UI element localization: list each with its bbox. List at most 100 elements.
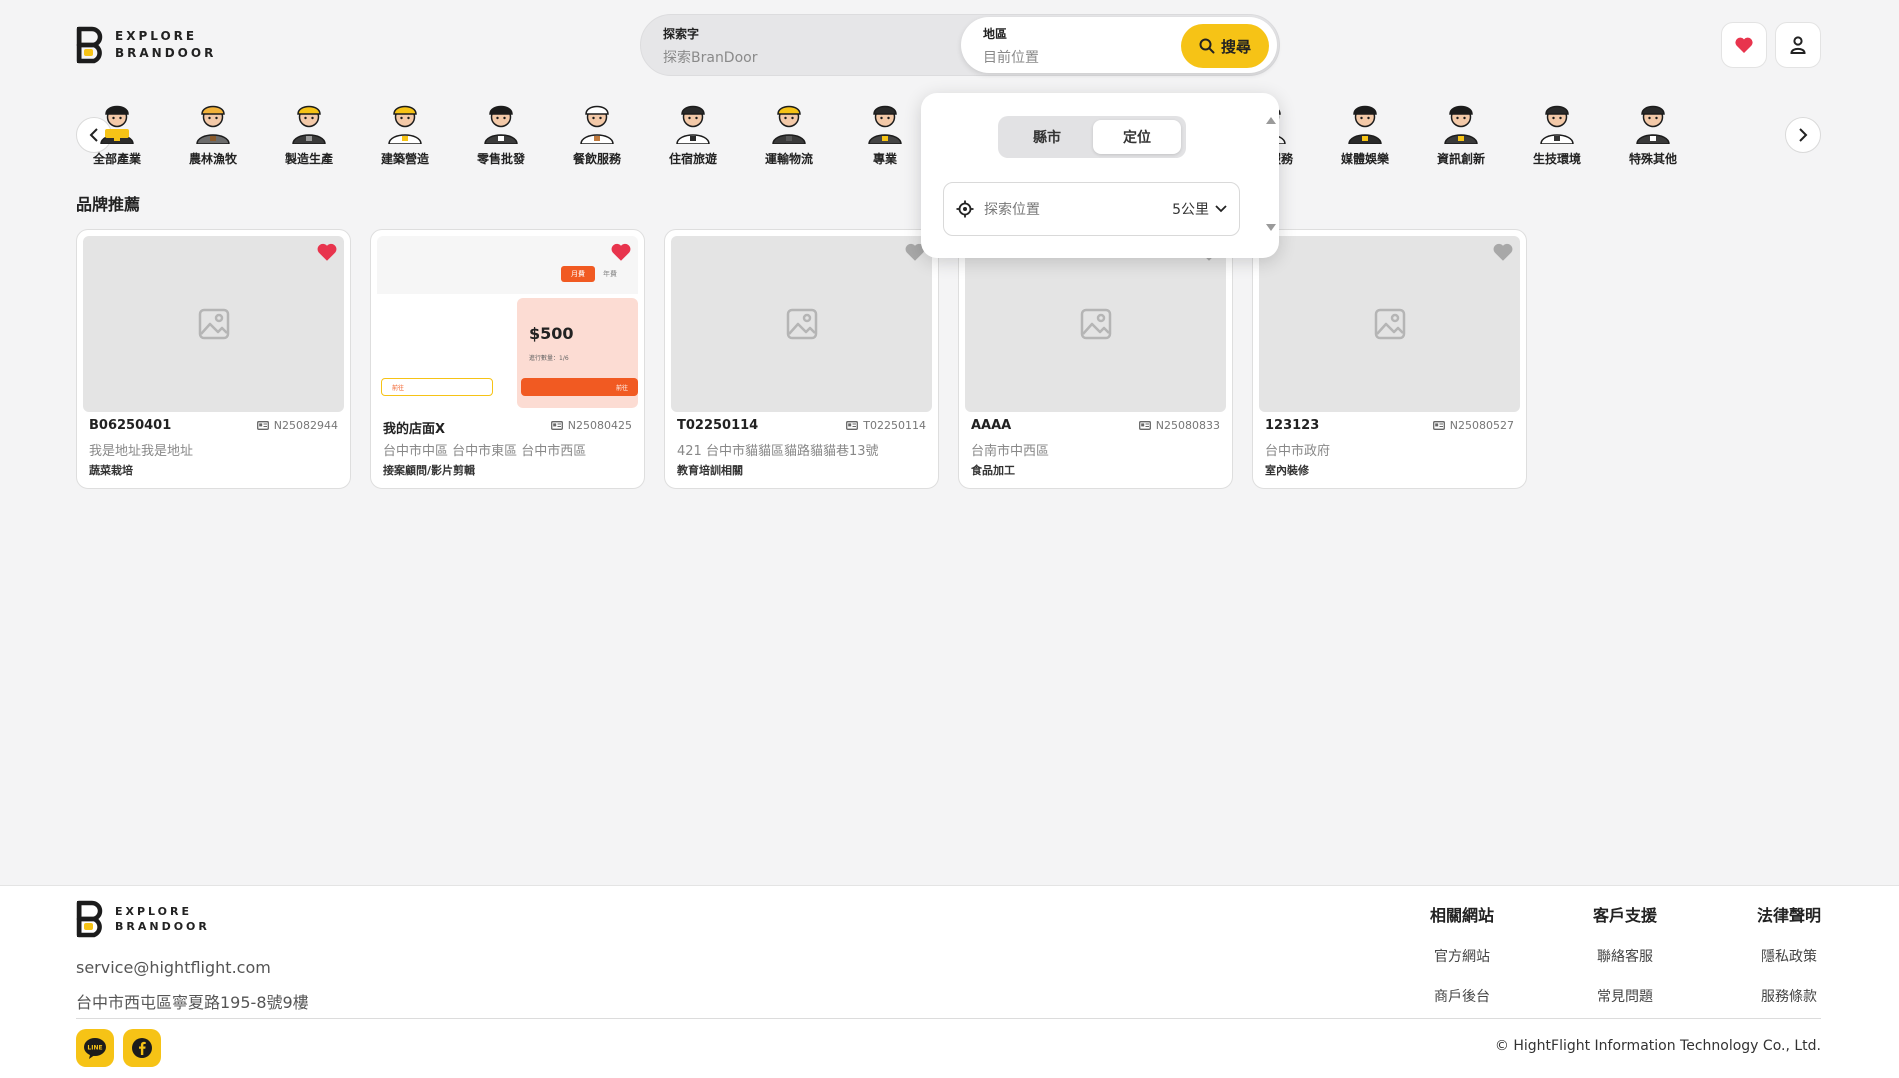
image-placeholder-icon <box>1080 308 1111 340</box>
brand-logo[interactable]: EXPLORE BRANDOOR <box>75 26 216 64</box>
category-item[interactable]: 媒體娛樂 <box>1325 98 1405 167</box>
brand-card[interactable]: T02250114 T02250114 421 台中市貓貓區貓路貓貓巷13號 教育培訓… <box>664 229 939 489</box>
footer-col-title: 客戶支援 <box>1592 906 1657 925</box>
category-item[interactable]: 製造生產 <box>269 98 349 167</box>
category-item[interactable]: 全部產業 <box>77 98 157 167</box>
card-category: 接案顧問/影片剪輯 <box>383 464 476 477</box>
brand-line-1: EXPLORE <box>115 29 198 43</box>
brand-card[interactable]: B06250401 N25082944 我是地址我是地址 蔬菜栽培 <box>76 229 351 489</box>
category-item[interactable]: 住宿旅遊 <box>653 98 733 167</box>
section-title: 品牌推薦 <box>76 195 141 214</box>
footer-link-official[interactable]: 官方網站 <box>1407 946 1517 966</box>
category-label: 餐飲服務 <box>572 152 621 166</box>
footer-divider <box>76 1018 1821 1019</box>
brand-line-2: BRANDOOR <box>115 46 217 60</box>
keyword-input[interactable]: 探索BranDoor <box>663 47 943 67</box>
category-label: 農林漁牧 <box>188 152 237 166</box>
card-category: 教育培訓相關 <box>677 464 743 477</box>
scroll-up-arrow[interactable] <box>1266 117 1276 124</box>
category-item[interactable]: 餐飲服務 <box>557 98 637 167</box>
category-avatar-icon <box>1636 105 1670 145</box>
category-item[interactable]: 特殊其他 <box>1613 98 1693 167</box>
preview-price-caption: 進行數量：1/6 <box>529 355 569 362</box>
category-item[interactable]: 農林漁牧 <box>173 98 253 167</box>
category-avatar-icon <box>388 105 422 145</box>
logo-mark-icon <box>76 900 103 938</box>
category-avatar-icon <box>676 105 710 145</box>
site-footer: EXPLORE BRANDOOR service@hightflight.com… <box>0 885 1899 1078</box>
category-avatar-icon <box>1348 105 1382 145</box>
card-code-text: T02250114 <box>863 419 926 432</box>
region-input[interactable]: 目前位置 <box>983 47 1039 67</box>
card-category: 室內裝修 <box>1265 464 1309 477</box>
footer-email[interactable]: service@hightflight.com <box>76 958 271 977</box>
heart-icon[interactable] <box>1492 242 1514 262</box>
brand-card[interactable]: 月費 年費 $500 進行數量：1/6 前往 前往 我的店面X N25080425 台中市中區 … <box>370 229 645 489</box>
keyword-field[interactable]: 探索字 探索BranDoor <box>663 25 943 67</box>
category-item[interactable]: 建築營造 <box>365 98 445 167</box>
heart-icon[interactable] <box>316 242 338 262</box>
category-avatar-icon <box>292 105 326 145</box>
footer-link-terms[interactable]: 服務條款 <box>1734 986 1844 1006</box>
footer-col-title: 法律聲明 <box>1756 906 1821 925</box>
user-icon <box>1790 36 1806 54</box>
preview-left-button: 前往 <box>381 378 493 396</box>
footer-col-related: 相關網站 官方網站 商戶後台 <box>1407 902 1517 1006</box>
category-avatar-icon <box>868 105 902 145</box>
card-category: 食品加工 <box>971 464 1015 477</box>
category-item[interactable]: 零售批發 <box>461 98 541 167</box>
tab-city[interactable]: 縣市 <box>1003 120 1091 154</box>
facebook-button[interactable] <box>123 1029 161 1067</box>
account-button[interactable] <box>1775 22 1821 68</box>
id-card-icon <box>256 421 269 430</box>
search-bar: 探索字 探索BranDoor 地區 目前位置 搜尋 <box>640 14 1280 76</box>
footer-brand-line-1: EXPLORE <box>115 905 193 918</box>
preview-tab-other: 年費 <box>603 270 617 278</box>
card-preview-image: 月費 年費 $500 進行數量：1/6 前往 前往 <box>377 236 638 412</box>
image-placeholder-icon <box>1374 308 1405 340</box>
region-dropdown: 縣市 定位 探索位置 5公里 <box>921 93 1279 258</box>
category-label: 製造生產 <box>284 152 333 166</box>
search-button[interactable]: 搜尋 <box>1181 24 1269 68</box>
card-title: B06250401 <box>89 418 172 433</box>
category-item[interactable]: 資訊創新 <box>1421 98 1501 167</box>
brand-card[interactable]: AAAA N25080833 台南市中西區 食品加工 <box>958 229 1233 489</box>
category-item[interactable]: 專業 <box>845 98 925 167</box>
card-image <box>965 236 1226 412</box>
tab-location[interactable]: 定位 <box>1093 120 1181 154</box>
category-label: 媒體娛樂 <box>1340 152 1389 166</box>
category-label: 零售批發 <box>476 152 525 166</box>
category-label: 資訊創新 <box>1436 152 1485 166</box>
scroll-down-arrow[interactable] <box>1266 224 1276 231</box>
category-label: 專業 <box>872 152 897 166</box>
footer-link-privacy[interactable]: 隱私政策 <box>1734 946 1844 966</box>
category-item[interactable]: 運輸物流 <box>749 98 829 167</box>
footer-link-faq[interactable]: 常見問題 <box>1570 986 1680 1006</box>
region-field[interactable]: 地區 目前位置 搜尋 <box>961 17 1277 73</box>
category-avatar-icon <box>1444 105 1478 145</box>
category-label: 住宿旅遊 <box>668 152 717 166</box>
brand-card[interactable]: 123123 N25080527 台中市政府 室內裝修 <box>1252 229 1527 489</box>
footer-link-merchant[interactable]: 商戶後台 <box>1407 986 1517 1006</box>
line-button[interactable]: LINE <box>76 1029 114 1067</box>
radius-select[interactable]: 5公里 <box>1172 199 1227 219</box>
card-code: T02250114 <box>846 419 926 432</box>
favorites-button[interactable] <box>1721 22 1767 68</box>
locate-icon <box>956 200 974 218</box>
region-mode-toggle: 縣市 定位 <box>998 116 1186 158</box>
preview-buy-button: 前往 <box>521 378 638 396</box>
image-placeholder-icon <box>198 308 229 340</box>
category-label: 全部產業 <box>92 152 141 166</box>
heart-icon[interactable] <box>610 242 632 262</box>
footer-link-contact[interactable]: 聯絡客服 <box>1570 946 1680 966</box>
card-image <box>671 236 932 412</box>
category-avatar-icon <box>1540 105 1574 145</box>
card-title: 123123 <box>1265 418 1320 433</box>
logo-mark-icon <box>76 26 103 64</box>
footer-brand-logo[interactable]: EXPLORE BRANDOOR <box>75 900 210 938</box>
category-item[interactable]: 生技環境 <box>1517 98 1597 167</box>
card-address: 台中市中區 台中市東區 台中市西區 <box>383 444 587 459</box>
category-next-button[interactable] <box>1785 117 1821 153</box>
category-label: 特殊其他 <box>1628 152 1677 166</box>
location-search-input[interactable]: 探索位置 5公里 <box>943 182 1240 236</box>
